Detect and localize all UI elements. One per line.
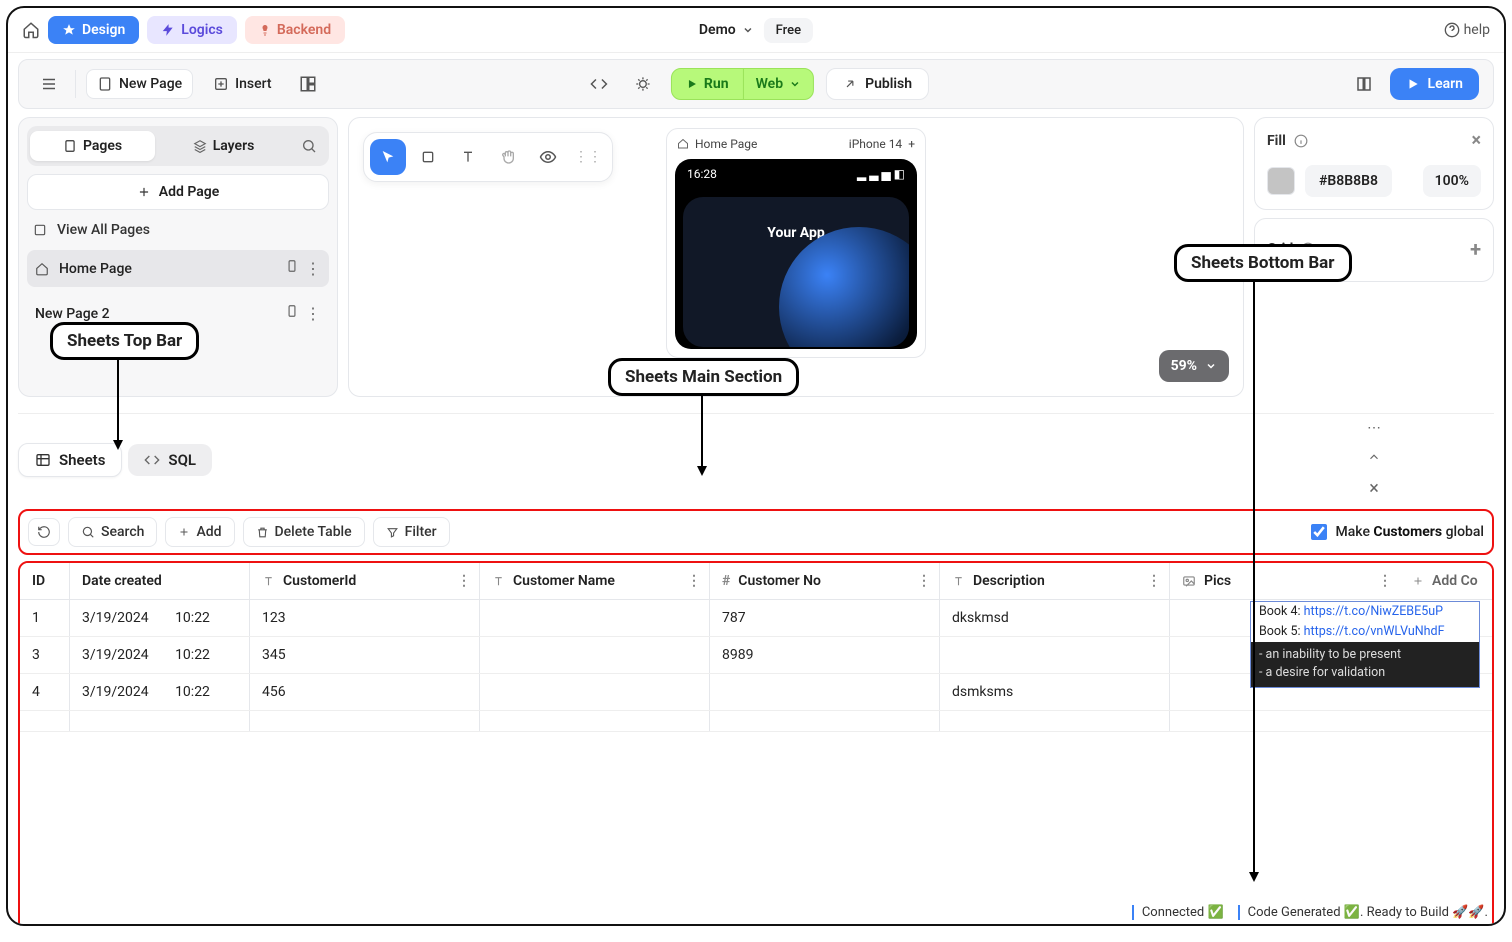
eye-tool[interactable] <box>530 139 566 175</box>
col-more-icon[interactable]: ⋮ <box>1147 573 1161 589</box>
arrow-icon <box>112 348 124 452</box>
delete-table-button[interactable]: Delete Table <box>243 517 365 547</box>
plan-badge[interactable]: Free <box>764 18 813 43</box>
tab-pages[interactable]: Pages <box>30 131 155 161</box>
run-button[interactable]: Run Web <box>671 68 814 100</box>
panel-more-icon[interactable]: ⋯ <box>1367 420 1381 436</box>
tab-logics[interactable]: Logics <box>147 16 237 44</box>
layout-icon[interactable] <box>292 68 324 100</box>
sheets-top-bar: Search Add Delete Table Filter Make Cust… <box>18 509 1494 555</box>
annotation-bottom: Sheets Bottom Bar <box>1174 244 1352 282</box>
zoom-control[interactable]: 59% <box>1159 350 1229 382</box>
rect-tool[interactable] <box>410 139 446 175</box>
sheets-main: ID Date created CustomerId⋮ Customer Nam… <box>18 561 1494 926</box>
arrow-icon <box>1248 272 1260 884</box>
frame-name: Home Page <box>695 137 757 151</box>
main-toolbar: New Page Insert Run Web Publish Learn <box>18 59 1494 109</box>
frame-add-icon[interactable]: + <box>908 137 915 151</box>
search-pages-icon[interactable] <box>292 129 326 163</box>
add-row-button[interactable]: Add <box>165 517 234 547</box>
col-more-icon[interactable]: ⋮ <box>687 573 701 589</box>
refresh-icon[interactable] <box>28 518 60 546</box>
tab-sql[interactable]: SQL <box>128 444 212 476</box>
book-icon[interactable] <box>1348 68 1380 100</box>
tab-design[interactable]: Design <box>48 16 139 44</box>
annotation-main: Sheets Main Section <box>608 358 799 396</box>
status-connected: Connected ✅ <box>1132 905 1224 920</box>
add-column[interactable]: Add Co <box>1400 563 1492 599</box>
grip-icon[interactable]: ⋮⋮ <box>570 139 606 175</box>
home-icon[interactable] <box>22 21 40 39</box>
hex-input[interactable]: #B8B8B8 <box>1305 165 1392 197</box>
project-name[interactable]: Demo <box>699 22 754 38</box>
add-page-button[interactable]: Add Page <box>27 174 329 210</box>
opacity-input[interactable]: 100% <box>1423 165 1481 197</box>
app-top-bar: Design Logics Backend Demo Free help <box>8 8 1504 53</box>
status-bar: Connected ✅ Code Generated ✅. Ready to B… <box>1132 905 1488 920</box>
hamburger-icon[interactable] <box>33 68 65 100</box>
table-header: ID Date created CustomerId⋮ Customer Nam… <box>20 563 1492 600</box>
help-link[interactable]: help <box>1444 22 1490 38</box>
pics-preview-tooltip: Book 4: https://t.co/NiwZEBE5uP Book 5: … <box>1250 601 1480 688</box>
hand-tool[interactable] <box>490 139 526 175</box>
empty-row[interactable] <box>20 711 1492 732</box>
tab-sheets[interactable]: Sheets <box>18 443 122 477</box>
select-tool[interactable] <box>370 139 406 175</box>
close-panel-icon[interactable]: × <box>1471 130 1481 151</box>
bug-icon[interactable] <box>627 68 659 100</box>
view-all-pages[interactable]: View All Pages <box>27 218 329 242</box>
learn-button[interactable]: Learn <box>1390 68 1479 100</box>
device-frame: Home PageiPhone 14+ 16:28▂ ▃ ▅ ◧ Your Ap… <box>666 128 926 358</box>
insert-button[interactable]: Insert <box>203 70 281 98</box>
mobile-icon[interactable] <box>285 304 299 318</box>
col-more-icon[interactable]: ⋮ <box>1378 573 1392 589</box>
add-grid-icon[interactable]: + <box>1470 237 1481 261</box>
search-button[interactable]: Search <box>68 517 157 547</box>
col-customerid[interactable]: CustomerId⋮ <box>250 563 480 599</box>
make-global-checkbox[interactable]: Make Customers global <box>1311 524 1484 540</box>
mobile-icon[interactable] <box>285 259 299 273</box>
col-customerno[interactable]: #Customer No⋮ <box>710 563 940 599</box>
more-icon[interactable]: ⋮ <box>305 304 321 323</box>
col-pics[interactable]: Pics⋮ <box>1170 563 1400 599</box>
run-target[interactable]: Web <box>743 69 814 99</box>
info-icon[interactable] <box>1294 134 1308 148</box>
col-more-icon[interactable]: ⋮ <box>457 573 471 589</box>
panel-close-icon[interactable]: × <box>1369 478 1379 499</box>
arrow-icon <box>696 386 708 478</box>
color-swatch[interactable] <box>1267 167 1295 195</box>
publish-button[interactable]: Publish <box>826 68 929 100</box>
col-customername[interactable]: Customer Name⋮ <box>480 563 710 599</box>
sheets-section: Sheets SQL ⋯ × Search Add Delete Table F… <box>18 413 1494 926</box>
filter-button[interactable]: Filter <box>373 517 450 547</box>
more-icon[interactable]: ⋮ <box>305 259 321 278</box>
panel-expand-icon[interactable] <box>1367 450 1381 464</box>
canvas: ⋮⋮ Home PageiPhone 14+ 16:28▂ ▃ ▅ ◧ Your… <box>348 117 1244 397</box>
tab-backend[interactable]: Backend <box>245 16 345 44</box>
col-more-icon[interactable]: ⋮ <box>917 573 931 589</box>
fill-heading: Fill <box>1267 133 1286 149</box>
col-id[interactable]: ID <box>20 563 70 599</box>
new-page-button[interactable]: New Page <box>86 69 193 99</box>
canvas-tools: ⋮⋮ <box>363 132 613 182</box>
fill-panel: Fill × #B8B8B8 100% <box>1254 117 1494 210</box>
device-label[interactable]: iPhone 14 <box>849 137 902 151</box>
annotation-topbar: Sheets Top Bar <box>50 322 199 360</box>
text-tool[interactable] <box>450 139 486 175</box>
code-icon[interactable] <box>583 68 615 100</box>
device-statusbar: 16:28▂ ▃ ▅ ◧ <box>675 159 917 189</box>
tab-layers[interactable]: Layers <box>161 131 286 161</box>
col-description[interactable]: Description⋮ <box>940 563 1170 599</box>
status-code: Code Generated ✅. Ready to Build 🚀🚀. <box>1238 905 1488 920</box>
page-row-home[interactable]: Home Page ⋮ <box>27 250 329 287</box>
col-date[interactable]: Date created <box>70 563 250 599</box>
